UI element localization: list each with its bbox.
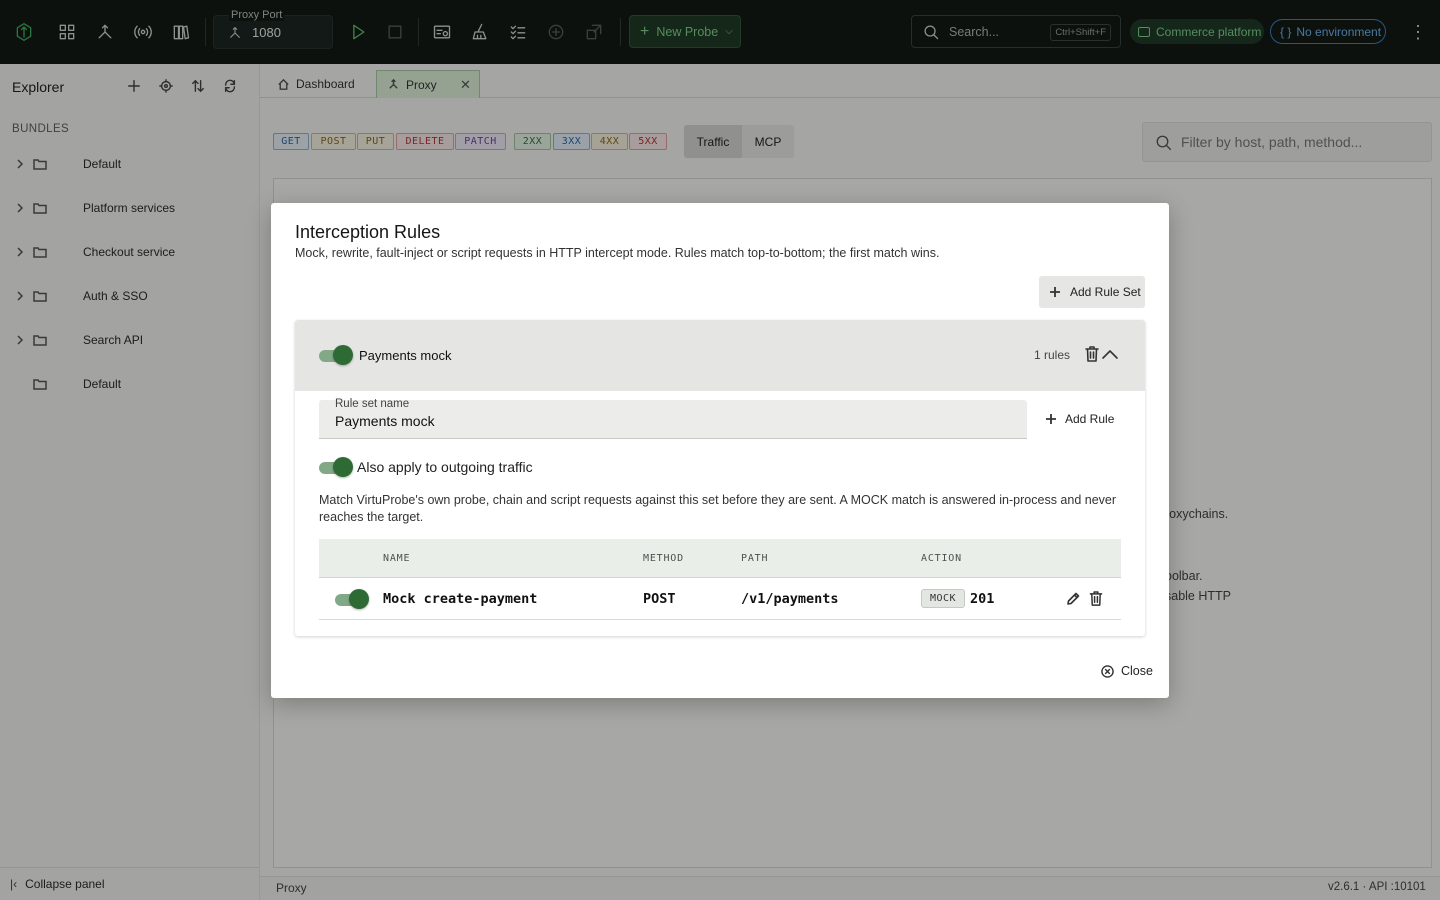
action-status-code: 201 bbox=[970, 591, 995, 607]
rules-table-header: NAME METHOD PATH ACTION bbox=[319, 539, 1121, 578]
rule-set-header[interactable]: Payments mock 1 rules bbox=[295, 320, 1145, 391]
close-dialog-button[interactable]: Close bbox=[1096, 659, 1160, 683]
edit-rule-icon[interactable] bbox=[1066, 591, 1081, 606]
rule-name: Mock create-payment bbox=[383, 591, 538, 607]
column-header-action: ACTION bbox=[921, 553, 962, 564]
add-rule-set-button[interactable]: Add Rule Set bbox=[1039, 276, 1145, 308]
rules-table: NAME METHOD PATH ACTION Mock create-paym… bbox=[319, 539, 1121, 620]
add-rule-label: Add Rule bbox=[1065, 412, 1115, 426]
rule-set-card: Payments mock 1 rules Rule set name Add … bbox=[295, 320, 1145, 636]
outgoing-traffic-description: Match VirtuProbe's own probe, chain and … bbox=[319, 493, 1117, 524]
add-rule-button[interactable]: Add Rule bbox=[1038, 406, 1116, 432]
dialog-title: Interception Rules bbox=[295, 222, 441, 242]
interception-rules-dialog: Interception Rules Mock, rewrite, fault-… bbox=[271, 203, 1169, 698]
rule-set-name-label: Rule set name bbox=[335, 398, 410, 410]
add-rule-set-label: Add Rule Set bbox=[1070, 285, 1141, 299]
rule-path: /v1/payments bbox=[741, 591, 839, 607]
plus-icon bbox=[1046, 414, 1056, 424]
column-header-method: METHOD bbox=[643, 553, 684, 564]
column-header-path: PATH bbox=[741, 553, 769, 564]
rule-set-title: Payments mock bbox=[359, 348, 452, 363]
close-circle-icon bbox=[1101, 664, 1114, 678]
close-label: Close bbox=[1121, 664, 1153, 678]
rule-set-name-input[interactable] bbox=[335, 411, 995, 431]
action-type-badge: MOCK bbox=[921, 589, 965, 608]
rule-enabled-toggle[interactable] bbox=[335, 589, 369, 609]
delete-rule-icon[interactable] bbox=[1089, 591, 1103, 606]
table-row[interactable]: Mock create-payment POST /v1/payments MO… bbox=[319, 578, 1121, 620]
dialog-description: Mock, rewrite, fault-inject or script re… bbox=[295, 246, 940, 260]
rule-method: POST bbox=[643, 591, 676, 607]
rule-set-name-field[interactable]: Rule set name bbox=[319, 398, 1027, 439]
outgoing-traffic-label: Also apply to outgoing traffic bbox=[357, 459, 533, 475]
column-header-name: NAME bbox=[383, 553, 411, 564]
outgoing-traffic-toggle[interactable] bbox=[319, 457, 353, 477]
delete-rule-set-icon[interactable] bbox=[1085, 346, 1099, 362]
plus-icon bbox=[1050, 287, 1060, 297]
chevron-up-icon[interactable] bbox=[1101, 346, 1119, 362]
rule-count: 1 rules bbox=[1034, 348, 1071, 362]
rule-set-enabled-toggle[interactable] bbox=[319, 345, 353, 365]
